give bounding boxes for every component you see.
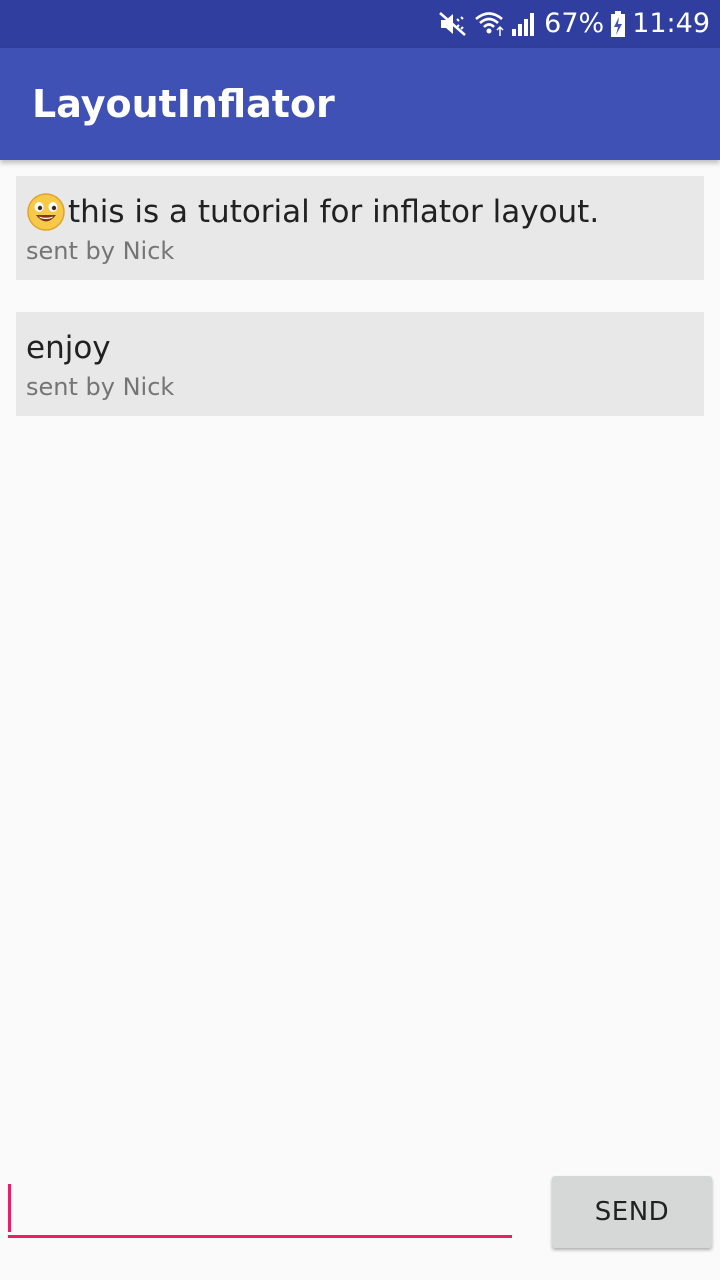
message-list[interactable]: this is a tutorial for inflator layout. … xyxy=(16,176,704,448)
text-cursor xyxy=(8,1184,11,1232)
battery-charging-icon xyxy=(610,10,626,38)
message-line: enjoy xyxy=(26,326,694,370)
list-item[interactable]: enjoy sent by Nick xyxy=(16,312,704,416)
message-sender: sent by Nick xyxy=(26,373,175,401)
message-text: this is a tutorial for inflator layout. xyxy=(68,194,600,230)
signal-icon xyxy=(510,10,538,38)
app-bar: LayoutInflator xyxy=(0,48,720,160)
clock: 11:49 xyxy=(632,8,710,39)
list-item[interactable]: this is a tutorial for inflator layout. … xyxy=(16,176,704,280)
app-title: LayoutInflator xyxy=(32,82,335,126)
message-sender: sent by Nick xyxy=(26,237,175,265)
mute-vibrate-icon xyxy=(438,10,468,38)
message-text: enjoy xyxy=(26,330,111,366)
wifi-icon xyxy=(474,10,504,38)
status-icons: 67% 11:49 xyxy=(438,0,710,48)
smiley-emoji-icon xyxy=(27,193,65,231)
message-line: this is a tutorial for inflator layout. xyxy=(26,190,694,234)
status-bar: 67% 11:49 xyxy=(0,0,720,48)
compose-bar: SEND xyxy=(0,1170,720,1280)
battery-percent: 67% xyxy=(544,8,605,39)
send-button[interactable]: SEND xyxy=(552,1176,712,1248)
message-input[interactable] xyxy=(8,1184,512,1238)
